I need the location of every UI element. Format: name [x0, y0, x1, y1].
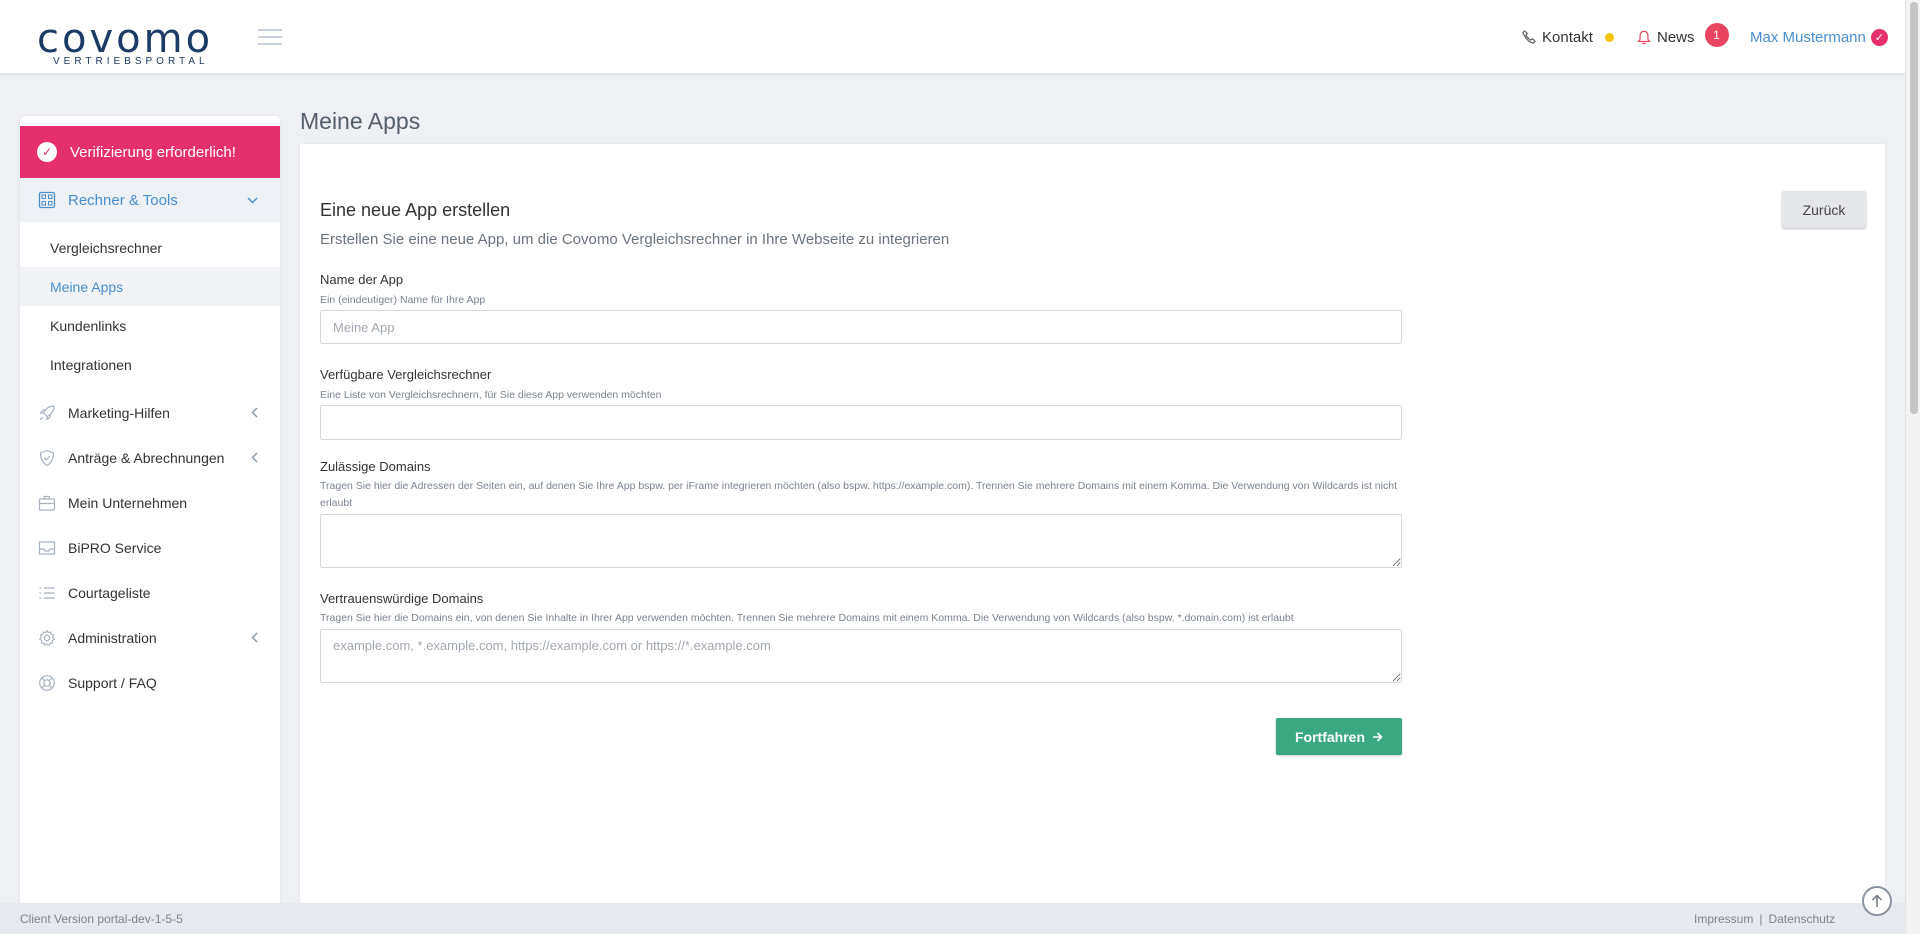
calculators-help: Eine Liste von Vergleichsrechnern, für S… [320, 389, 662, 401]
allowed-domains-textarea[interactable] [320, 514, 1402, 568]
sidebar: ✓ Verifizierung erforderlich! Rechner & … [20, 116, 280, 918]
sidebar-item-vergleichsrechner[interactable]: Vergleichsrechner [20, 228, 280, 267]
client-version: Client Version portal-dev-1-5-5 [20, 911, 183, 926]
chevron-left-icon [251, 631, 258, 646]
bell-icon [1637, 30, 1651, 45]
trusted-domains-label: Vertrauenswürdige Domains [320, 591, 484, 606]
lifebuoy-icon [37, 673, 57, 693]
sidebar-group-label: Rechner & Tools [68, 191, 178, 209]
chevron-left-icon [251, 406, 258, 421]
footer-links: Impressum | Datenschutz [1694, 912, 1835, 926]
chevron-left-icon [251, 451, 258, 466]
app-name-help: Ein (eindeutiger) Name für Ihre App [320, 294, 486, 306]
verification-required-banner[interactable]: ✓ Verifizierung erforderlich! [20, 126, 280, 178]
user-menu[interactable]: Max Mustermann ✓ [1750, 0, 1888, 74]
user-name: Max Mustermann [1750, 28, 1866, 46]
shield-icon [37, 448, 57, 468]
form-title: Eine neue App erstellen [320, 200, 511, 220]
scroll-to-top-button[interactable] [1862, 886, 1892, 916]
logo-subtitle: VERTRIEBSPORTAL [53, 56, 209, 67]
arrow-up-icon [1871, 894, 1883, 907]
app-name-input[interactable] [320, 310, 1402, 344]
sidebar-item-antraege-abrechnungen[interactable]: Anträge & Abrechnungen [20, 435, 280, 480]
news-link[interactable]: News 1 [1637, 0, 1729, 74]
sidebar-item-label: BiPRO Service [68, 539, 162, 556]
kontakt-link[interactable]: Kontakt [1522, 0, 1614, 74]
sidebar-item-label: Administration [68, 629, 157, 646]
datenschutz-link[interactable]: Datenschutz [1768, 912, 1835, 926]
sidebar-item-label: Support / FAQ [68, 674, 157, 691]
sidebar-group-rechner-tools[interactable]: Rechner & Tools [20, 178, 280, 222]
inbox-icon [37, 538, 57, 558]
calculators-multiselect[interactable] [320, 405, 1402, 440]
menu-toggle-icon[interactable] [258, 29, 282, 50]
sidebar-item-administration[interactable]: Administration [20, 615, 280, 660]
top-header: covomo VERTRIEBSPORTAL Kontakt News 1 Ma… [0, 0, 1905, 74]
sidebar-item-mein-unternehmen[interactable]: Mein Unternehmen [20, 480, 280, 525]
sidebar-item-label: Marketing-Hilfen [68, 404, 170, 421]
verify-check-icon: ✓ [37, 142, 57, 162]
list-icon [37, 583, 57, 603]
impressum-link[interactable]: Impressum [1694, 912, 1753, 926]
page-scrollbar[interactable] [1905, 0, 1920, 934]
gear-icon [37, 628, 57, 648]
covomo-logo[interactable]: covomo VERTRIEBSPORTAL [37, 16, 214, 67]
trusted-domains-help: Tragen Sie hier die Domains ein, von den… [320, 612, 1294, 624]
kontakt-label: Kontakt [1542, 28, 1593, 46]
calculator-icon [37, 190, 57, 210]
allowed-domains-help: Tragen Sie hier die Adressen der Seiten … [320, 480, 1397, 509]
arrow-right-icon [1372, 729, 1383, 745]
footer-separator: | [1759, 911, 1763, 926]
verified-check-icon: ✓ [1870, 28, 1888, 46]
phone-icon [1522, 30, 1536, 44]
sidebar-item-label: Anträge & Abrechnungen [68, 449, 225, 466]
continue-button[interactable]: Fortfahren [1276, 718, 1402, 755]
form-subtitle: Erstellen Sie eine neue App, um die Covo… [320, 231, 950, 248]
app-name-label: Name der App [320, 272, 404, 287]
sidebar-item-bipro-service[interactable]: BiPRO Service [20, 525, 280, 570]
sidebar-item-marketing-hilfen[interactable]: Marketing-Hilfen [20, 390, 280, 435]
continue-button-label: Fortfahren [1295, 728, 1365, 745]
back-button[interactable]: Zurück [1782, 191, 1866, 228]
scrollbar-thumb[interactable] [1910, 2, 1918, 414]
sidebar-item-meine-apps[interactable]: Meine Apps [20, 267, 280, 306]
page-title: Meine Apps [300, 108, 421, 134]
news-label: News [1657, 28, 1695, 46]
sidebar-item-kundenlinks[interactable]: Kundenlinks [20, 306, 280, 345]
sidebar-item-courtageliste[interactable]: Courtageliste [20, 570, 280, 615]
news-count-badge: 1 [1704, 23, 1729, 47]
sidebar-item-integrationen[interactable]: Integrationen [20, 345, 280, 384]
trusted-domains-textarea[interactable] [320, 629, 1402, 683]
sidebar-item-label: Mein Unternehmen [68, 494, 188, 511]
rocket-icon [37, 403, 57, 423]
kontakt-status-dot [1604, 32, 1614, 42]
calculators-label: Verfügbare Vergleichsrechner [320, 367, 492, 382]
sidebar-item-label: Courtageliste [68, 584, 151, 601]
verify-label: Verifizierung erforderlich! [70, 143, 236, 161]
footer: Client Version portal-dev-1-5-5 Impressu… [0, 903, 1905, 934]
allowed-domains-label: Zulässige Domains [320, 459, 431, 474]
logo-text: covomo [37, 16, 214, 62]
briefcase-icon [37, 493, 57, 513]
sidebar-item-support-faq[interactable]: Support / FAQ [20, 660, 280, 705]
chevron-down-icon [247, 192, 258, 207]
